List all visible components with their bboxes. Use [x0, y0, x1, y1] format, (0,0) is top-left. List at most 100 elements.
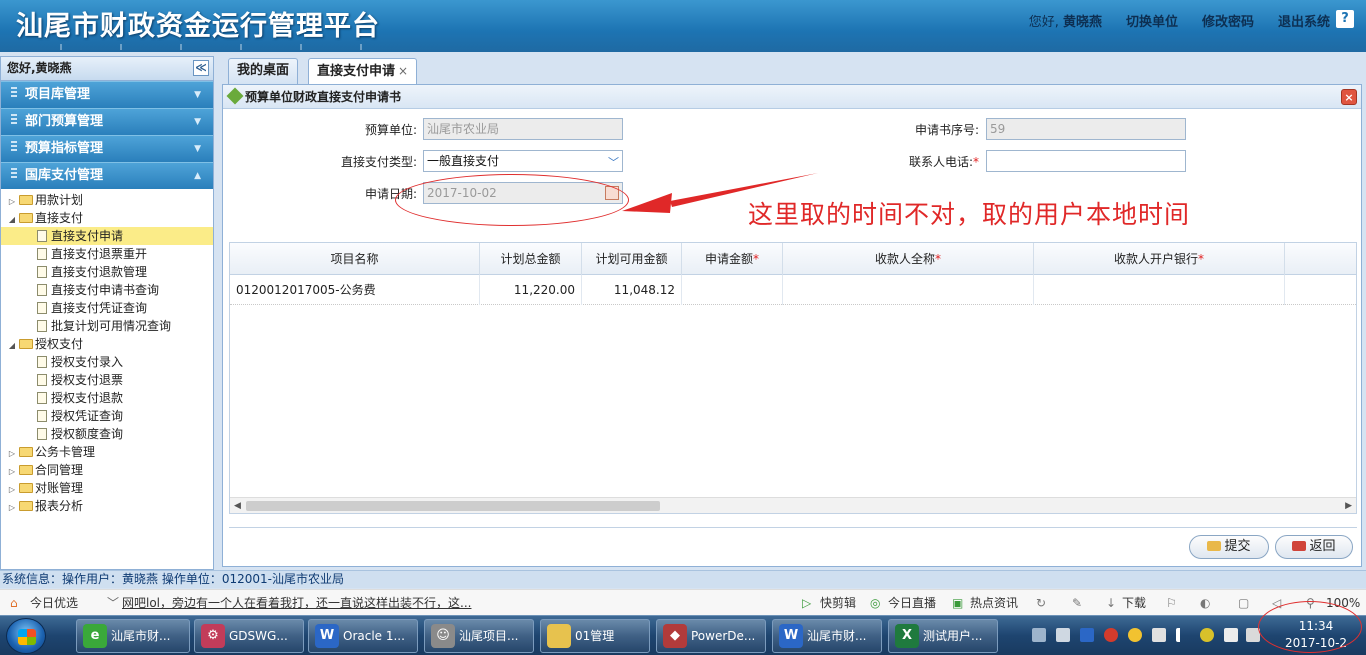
taskbar-item[interactable]: X 测试用户...: [888, 619, 998, 653]
scroll-left-icon[interactable]: ◀: [234, 498, 241, 514]
tree-node-official-card[interactable]: ▷ 公务卡管理: [1, 443, 213, 461]
tree-node-plan-available-query[interactable]: 批复计划可用情况查询: [1, 317, 213, 335]
tree-node-auth-entry[interactable]: 授权支付录入: [1, 353, 213, 371]
taskbar-item[interactable]: ◆ PowerDe...: [656, 619, 766, 653]
close-icon[interactable]: ×: [1341, 89, 1357, 105]
expand-icon[interactable]: ▷: [7, 499, 17, 517]
download-icon[interactable]: ↓: [1106, 590, 1116, 616]
col-payee-bank[interactable]: 收款人开户银行*: [1034, 243, 1285, 275]
tab-close-icon[interactable]: ×: [398, 64, 408, 78]
tree-node-direct-reissue[interactable]: 直接支付退票重开: [1, 245, 213, 263]
tree-node-label: 对账管理: [35, 481, 84, 495]
live-icon: ◎: [870, 596, 881, 610]
taskbar-item[interactable]: ⚙ GDSWG...: [194, 619, 304, 653]
taskbar-item[interactable]: ☺ 汕尾项目...: [424, 619, 534, 653]
header-links: 您好, 黄晓燕 切换单位 修改密码 退出系统: [1005, 11, 1330, 30]
tree-node-direct-refund[interactable]: 直接支付退款管理: [1, 263, 213, 281]
network-share-icon[interactable]: [1056, 628, 1070, 642]
tree-node-authorized-payment[interactable]: ◢ 授权支付: [1, 335, 213, 353]
menu-group-dept-budget[interactable]: 部门预算管理 ▼: [1, 108, 213, 135]
main-panel: 预算单位财政直接支付申请书 × 预算单位: 汕尾市农业局 申请书序号: 59 直…: [222, 84, 1362, 567]
cell-payee-bank[interactable]: [1034, 275, 1285, 305]
word-tray-icon[interactable]: [1080, 628, 1094, 642]
display-icon[interactable]: [1224, 628, 1238, 642]
table-row[interactable]: 0120012017005-公务费 11,220.00 11,048.12: [230, 275, 1356, 305]
serial-field[interactable]: 59: [986, 118, 1186, 140]
annotation-ellipse-clock: [1258, 601, 1362, 653]
taskbar-item[interactable]: W Oracle 1...: [308, 619, 418, 653]
taskbar-item[interactable]: 01管理: [540, 619, 650, 653]
cell-apply-amount[interactable]: [682, 275, 783, 305]
scroll-right-icon[interactable]: ▶: [1345, 498, 1352, 514]
tree-node-direct-apply[interactable]: 直接支付申请: [1, 227, 213, 245]
browser-icon[interactable]: ◐: [1200, 590, 1210, 616]
col-apply-amount[interactable]: 申请金额*: [682, 243, 783, 275]
payment-type-select[interactable]: 一般直接支付 ﹀: [423, 150, 623, 172]
tree-node-label: 授权支付退票: [51, 373, 124, 387]
folder-icon: [19, 465, 33, 475]
weibo-icon[interactable]: [1104, 628, 1118, 642]
security-icon[interactable]: [1200, 628, 1214, 642]
chevron-down-icon[interactable]: ﹀: [107, 590, 119, 616]
hot-news-link[interactable]: 热点资讯: [970, 590, 1018, 616]
form-footer: 提交 返回: [229, 527, 1357, 561]
tree-node-report[interactable]: ▷ 报表分析: [1, 497, 213, 515]
phone-field[interactable]: [986, 150, 1186, 172]
flag-icon[interactable]: ⚐: [1166, 590, 1177, 616]
menu-group-treasury-payment[interactable]: 国库支付管理 ▲: [1, 162, 213, 189]
news-headline-link[interactable]: 网吧lol，旁边有一个人在看着我打，还一直说这样出装不行，这...: [122, 590, 471, 616]
menu-group-budget-index[interactable]: 预算指标管理 ▼: [1, 135, 213, 162]
grip-icon: [11, 168, 17, 180]
tree-node-auth-refund[interactable]: 授权支付退款: [1, 389, 213, 407]
tree-node-auth-reissue[interactable]: 授权支付退票: [1, 371, 213, 389]
clipboard-icon[interactable]: [1152, 628, 1166, 642]
menu-group-project[interactable]: 项目库管理 ▼: [1, 81, 213, 108]
live-link[interactable]: 今日直播: [888, 590, 936, 616]
menu-group-label: 部门预算管理: [25, 114, 104, 129]
folder-icon: [19, 447, 33, 457]
submit-button[interactable]: 提交: [1189, 535, 1269, 559]
refresh-icon[interactable]: ↻: [1036, 590, 1046, 616]
today-picks[interactable]: 今日优选: [30, 590, 78, 616]
col-plan-available[interactable]: 计划可用金额: [582, 243, 682, 275]
tree-node-direct-voucher-query[interactable]: 直接支付凭证查询: [1, 299, 213, 317]
logout-link[interactable]: 退出系统: [1278, 11, 1330, 30]
qq-icon[interactable]: [1128, 628, 1142, 642]
tree-node-auth-quota-query[interactable]: 授权额度查询: [1, 425, 213, 443]
tree-node-auth-voucher-query[interactable]: 授权凭证查询: [1, 407, 213, 425]
keyboard-icon[interactable]: [1032, 628, 1046, 642]
col-project-name[interactable]: 项目名称: [230, 243, 480, 275]
help-icon[interactable]: ?: [1336, 10, 1354, 28]
tree-node-fund-plan[interactable]: ▷ 用款计划: [1, 191, 213, 209]
change-password-link[interactable]: 修改密码: [1202, 11, 1254, 30]
annotation-text: 这里取的时间不对，取的用户本地时间: [748, 200, 1191, 229]
window-icon[interactable]: ▢: [1238, 590, 1249, 616]
panel-header: 预算单位财政直接支付申请书 ×: [223, 85, 1361, 109]
tree-node-direct-payment[interactable]: ◢ 直接支付: [1, 209, 213, 227]
start-button[interactable]: [6, 618, 46, 654]
switch-unit-link[interactable]: 切换单位: [1126, 11, 1178, 30]
quick-clip-link[interactable]: 快剪辑: [820, 590, 856, 616]
tab-direct-apply[interactable]: 直接支付申请 ×: [308, 58, 418, 84]
horizontal-scrollbar[interactable]: ◀ ▶: [230, 497, 1356, 513]
serial-label: 申请书序号:: [914, 123, 979, 137]
tree-node-direct-apply-query[interactable]: 直接支付申请书查询: [1, 281, 213, 299]
collapse-sidebar-icon[interactable]: ≪: [193, 60, 209, 76]
unit-field[interactable]: 汕尾市农业局: [423, 118, 623, 140]
download-link[interactable]: 下载: [1122, 590, 1146, 616]
taskbar-item[interactable]: W 汕尾市财...: [772, 619, 882, 653]
cell-payee-name[interactable]: [783, 275, 1034, 305]
taskbar-label: Oracle 1...: [343, 629, 405, 643]
tree-node-contract[interactable]: ▷ 合同管理: [1, 461, 213, 479]
taskbar-item[interactable]: e 汕尾市财...: [76, 619, 190, 653]
signal-icon[interactable]: [1176, 628, 1190, 642]
back-button[interactable]: 返回: [1275, 535, 1353, 559]
tab-desktop[interactable]: 我的桌面: [228, 58, 299, 84]
document-icon: [37, 356, 47, 368]
payment-type-value: 一般直接支付: [427, 154, 500, 168]
pin-icon[interactable]: ✎: [1072, 590, 1082, 616]
tree-node-reconciliation[interactable]: ▷ 对账管理: [1, 479, 213, 497]
col-payee-name[interactable]: 收款人全称*: [783, 243, 1034, 275]
scroll-thumb[interactable]: [246, 501, 660, 511]
col-plan-total[interactable]: 计划总金额: [480, 243, 582, 275]
